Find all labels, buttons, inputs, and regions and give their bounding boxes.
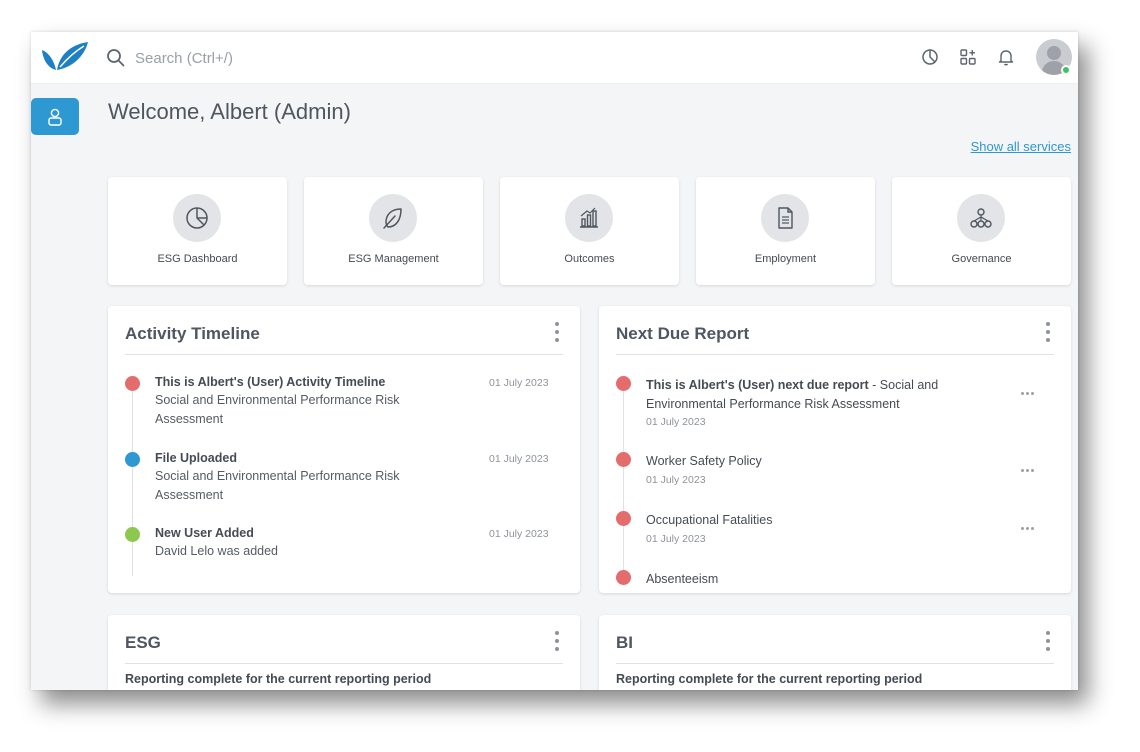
kebab-menu-icon[interactable] [1043,631,1053,655]
more-options-icon[interactable] [1021,459,1039,472]
service-icon-circle [173,194,221,242]
service-label: Outcomes [564,253,615,265]
service-card-esg-dashboard[interactable]: ESG Dashboard [108,177,287,285]
panel-title: Next Due Report [616,324,750,343]
divider [125,663,563,664]
timeline-item-title: File Uploaded [155,451,237,465]
service-card-governance[interactable]: Governance [892,177,1071,285]
status-dot-red [616,452,631,467]
timeline-item-title: This is Albert's (User) Activity Timelin… [155,375,386,389]
due-report-title: Worker Safety Policy [646,454,762,468]
due-report-title: This is Albert's (User) next due report … [646,378,939,411]
status-dot-red [616,570,631,585]
bar-chart-icon [580,207,598,228]
service-label: ESG Management [348,253,439,265]
leaf-icon [383,208,402,229]
due-report-date: 01 July 2023 [646,473,706,486]
panel-title: Activity Timeline [125,324,260,343]
bell-icon[interactable] [996,47,1016,67]
timeline-item: This is Albert's (User) Activity Timelin… [155,375,455,428]
due-report-item[interactable]: Worker Safety Policy 01 July 2023 [646,452,946,486]
panel-subtitle: Reporting complete for the current repor… [125,672,432,686]
service-label: Governance [951,253,1012,265]
sidebar-user-button[interactable] [31,98,79,135]
timeline-item-date: 01 July 2023 [489,528,549,540]
due-report-item[interactable]: This is Albert's (User) next due report … [646,376,946,428]
page-title: Welcome, Albert (Admin) [108,99,351,124]
due-report-title: Occupational Fatalities [646,513,773,527]
service-card-outcomes[interactable]: Outcomes [500,177,679,285]
user-icon [48,108,62,126]
org-chart-icon [970,208,992,228]
panel-title: BI [616,633,633,652]
document-icon [778,207,793,229]
esg-panel: ESG Reporting complete for the current r… [108,615,580,690]
panel-title: ESG [125,633,161,652]
search-icon[interactable] [106,48,126,68]
divider [616,354,1054,355]
due-report-date: 01 July 2023 [646,416,706,428]
due-report-title: Absenteeism [646,572,719,586]
next-due-report-panel: Next Due Report This is Albert's (User) … [599,306,1071,593]
status-dot-red [125,376,140,391]
status-dot-blue [125,452,140,467]
more-options-icon[interactable] [1021,517,1039,530]
timeline-item-desc: Social and Environmental Performance Ris… [155,469,400,502]
kebab-menu-icon[interactable] [1043,322,1053,346]
service-icon-circle [957,194,1005,242]
status-dot-red [616,376,631,391]
service-card-esg-management[interactable]: ESG Management [304,177,483,285]
due-report-item[interactable]: Occupational Fatalities 01 July 2023 [646,511,946,545]
timeline-item-desc: Social and Environmental Performance Ris… [155,393,400,426]
show-all-services-link[interactable]: Show all services [971,139,1071,154]
activity-timeline-panel: Activity Timeline This is Albert's (User… [108,306,580,593]
panel-subtitle: Reporting complete for the current repor… [616,672,923,686]
divider [125,354,563,355]
chart-pie-icon [186,207,208,229]
divider [616,663,1054,664]
search-input[interactable] [135,46,535,70]
kebab-menu-icon[interactable] [552,631,562,655]
service-card-employment[interactable]: Employment [696,177,875,285]
timeline-item: New User Added David Lelo was added [155,526,455,561]
chart-pie-icon[interactable] [920,47,940,67]
kebab-menu-icon[interactable] [552,322,562,346]
timeline-item-date: 01 July 2023 [489,377,549,389]
status-dot-red [616,511,631,526]
due-report-item[interactable]: Absenteeism [646,570,946,589]
timeline-item: File Uploaded Social and Environmental P… [155,451,455,504]
timeline-line [623,383,624,583]
status-dot-green [125,527,140,542]
timeline-line [132,383,133,576]
due-report-date: 01 July 2023 [646,532,706,545]
timeline-item-title: New User Added [155,526,254,540]
service-icon-circle [565,194,613,242]
bi-panel: BI Reporting complete for the current re… [599,615,1071,690]
apps-icon[interactable] [958,47,978,67]
leaf-logo-icon[interactable] [40,40,90,72]
more-options-icon[interactable] [1021,382,1039,395]
service-label: ESG Dashboard [157,253,238,265]
service-label: Employment [754,253,817,265]
online-status-indicator [1061,65,1071,75]
service-icon-circle [369,194,417,242]
top-bar [31,32,1078,84]
timeline-item-desc: David Lelo was added [155,544,278,558]
timeline-item-date: 01 July 2023 [489,453,549,465]
app-window: Welcome, Albert (Admin) Show all service… [31,32,1078,690]
service-icon-circle [761,194,809,242]
